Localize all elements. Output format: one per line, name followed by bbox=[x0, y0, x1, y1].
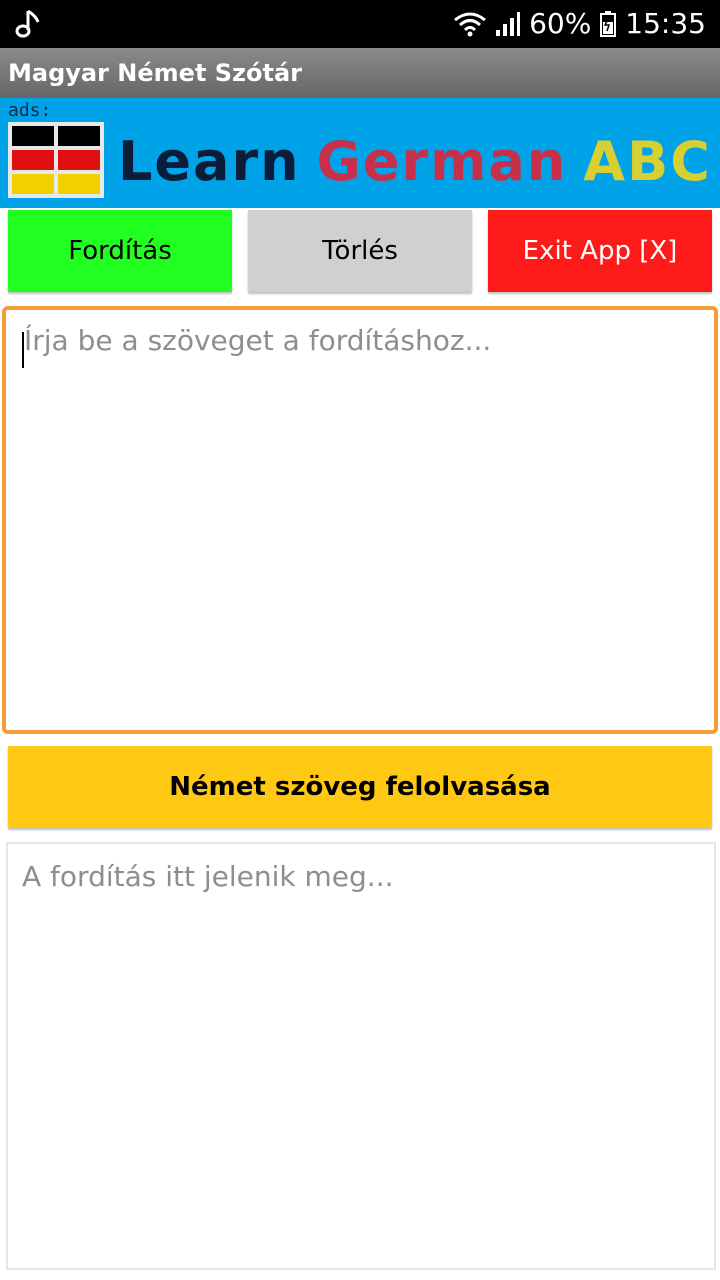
app-bar: Magyar Német Szótár bbox=[0, 48, 720, 98]
clock: 15:35 bbox=[625, 7, 706, 40]
translation-placeholder: A fordítás itt jelenik meg... bbox=[22, 860, 394, 893]
wifi-icon bbox=[453, 10, 487, 38]
ad-word-german: German bbox=[316, 130, 568, 193]
german-flag-icon bbox=[8, 122, 104, 198]
status-bar: 60% 15:35 bbox=[0, 0, 720, 48]
signal-icon bbox=[495, 10, 521, 38]
read-german-text-button[interactable]: Német szöveg felolvasása bbox=[8, 746, 712, 828]
ad-label: ads: bbox=[8, 100, 52, 121]
battery-percent: 60% bbox=[529, 7, 592, 40]
music-note-icon bbox=[14, 8, 44, 40]
ad-word-learn: Learn bbox=[118, 130, 301, 193]
ad-headline: Learn German ABC bbox=[118, 132, 720, 192]
ad-word-abc: ABC bbox=[583, 130, 712, 193]
clear-button[interactable]: Törlés bbox=[248, 210, 472, 292]
translate-button[interactable]: Fordítás bbox=[8, 210, 232, 292]
action-buttons: Fordítás Törlés Exit App [X] bbox=[0, 210, 720, 294]
app-title: Magyar Német Szótár bbox=[8, 59, 303, 87]
exit-app-button[interactable]: Exit App [X] bbox=[488, 210, 712, 292]
source-text-placeholder: Írja be a szöveget a fordításhoz... bbox=[24, 324, 492, 357]
ad-banner[interactable]: ads: Learn German ABC bbox=[0, 98, 720, 208]
source-text-input[interactable]: Írja be a szöveget a fordításhoz... bbox=[2, 306, 718, 734]
translation-output[interactable]: A fordítás itt jelenik meg... bbox=[6, 842, 716, 1270]
battery-icon bbox=[599, 10, 617, 38]
